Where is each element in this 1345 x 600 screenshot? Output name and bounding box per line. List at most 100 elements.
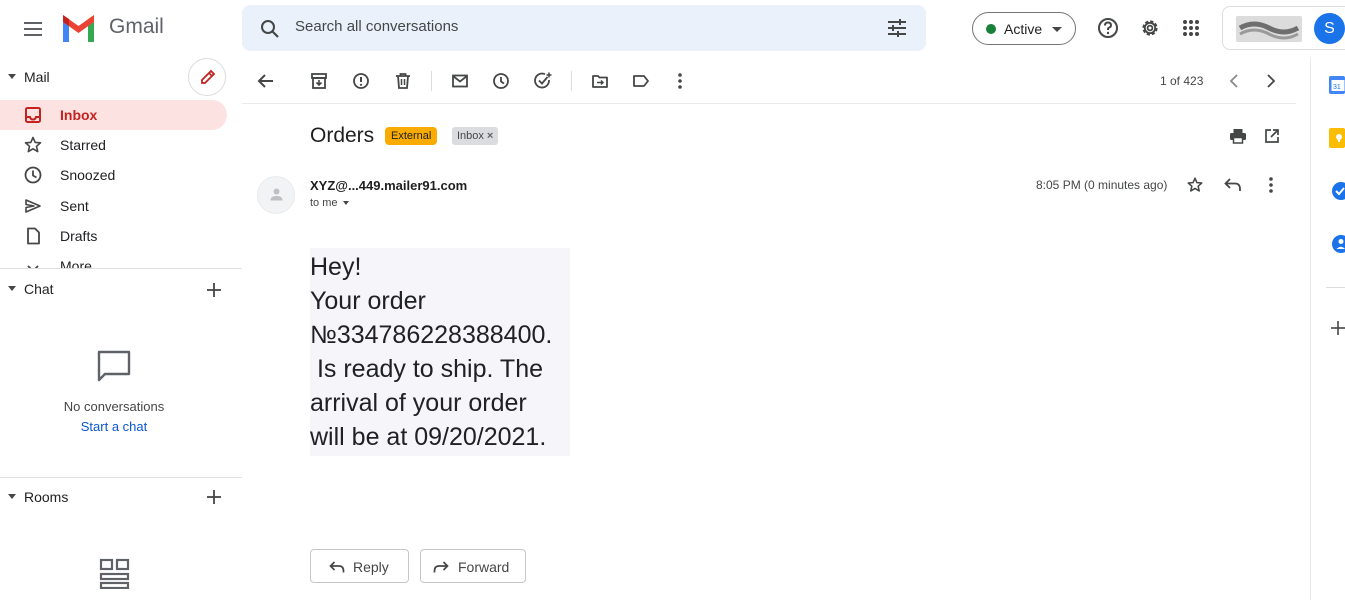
chat-section-label: Chat [24, 281, 54, 297]
message-more-options-icon[interactable] [1259, 173, 1283, 197]
status-selector[interactable]: Active [972, 12, 1076, 45]
sidebar-item-starred[interactable]: Starred [0, 130, 227, 160]
archive-icon[interactable] [307, 69, 331, 93]
compose-button[interactable] [188, 58, 226, 96]
reply-arrow-icon[interactable] [1221, 173, 1245, 197]
apps-grid-icon[interactable] [1177, 14, 1205, 42]
older-chevron-right-icon[interactable] [1259, 69, 1283, 93]
report-spam-icon[interactable] [349, 69, 373, 93]
snooze-clock-icon[interactable] [489, 69, 513, 93]
body-line: Hey! [310, 253, 362, 281]
sidebar-item-snoozed[interactable]: Snoozed [0, 160, 227, 190]
sidebar-item-label: Drafts [60, 228, 98, 244]
move-to-folder-icon[interactable] [588, 69, 612, 93]
person-icon [269, 187, 284, 202]
pagination-count: 1 of 423 [1160, 74, 1204, 88]
search-icon[interactable] [260, 19, 280, 39]
inbox-icon [23, 105, 43, 125]
section-divider [0, 477, 242, 478]
mail-section-label: Mail [24, 69, 50, 85]
send-icon [23, 196, 43, 216]
newer-chevron-left-icon[interactable] [1222, 69, 1246, 93]
top-header: Gmail Active [0, 0, 1345, 58]
add-task-icon[interactable] [531, 69, 555, 93]
keep-notes-icon[interactable] [1329, 128, 1345, 148]
label-tag-icon[interactable] [629, 69, 653, 93]
get-addons-plus-icon[interactable] [1331, 321, 1345, 335]
reply-arrow-icon [329, 560, 345, 574]
inbox-label-badge: Inbox × [452, 127, 499, 145]
delete-trash-icon[interactable] [391, 69, 415, 93]
email-subject: Orders [310, 124, 375, 147]
user-avatar[interactable]: S [1314, 13, 1345, 44]
side-panel-separator [1326, 287, 1345, 288]
contacts-icon[interactable] [1329, 234, 1345, 254]
status-label: Active [1004, 21, 1043, 37]
dropdown-arrow-icon [1052, 27, 1062, 33]
message-timestamp: 8:05 PM (0 minutes ago) [1036, 178, 1168, 192]
sender-address[interactable]: XYZ@...449.mailer91.com [310, 178, 467, 193]
body-line: will be at 09/20/2021. [310, 423, 547, 451]
body-line: arrival of your order [310, 389, 527, 417]
rooms-icon [99, 558, 130, 589]
collapse-caret-icon [8, 74, 16, 79]
external-label-badge: External [385, 127, 438, 145]
remove-label-icon[interactable]: × [487, 130, 493, 142]
search-input[interactable] [295, 18, 855, 35]
gmail-logo-icon[interactable] [60, 15, 97, 42]
app-name: Gmail [109, 15, 164, 38]
open-in-new-window-icon[interactable] [1260, 124, 1284, 148]
reply-button[interactable]: Reply [310, 549, 409, 583]
tasks-icon[interactable] [1329, 181, 1345, 201]
recipient-details-toggle[interactable]: to me [310, 197, 349, 209]
new-chat-plus-icon[interactable] [203, 279, 225, 301]
pencil-icon [199, 68, 217, 86]
sidebar-item-label: More [60, 258, 92, 268]
print-icon[interactable] [1226, 124, 1250, 148]
start-chat-link[interactable]: Start a chat [0, 419, 228, 434]
chat-bubble-icon [97, 349, 131, 383]
reply-label: Reply [353, 559, 389, 575]
help-icon[interactable] [1094, 14, 1122, 42]
search-options-icon[interactable] [887, 19, 907, 37]
mark-unread-mail-icon[interactable] [448, 69, 472, 93]
toolbar-separator [431, 71, 432, 91]
sidebar-item-sent[interactable]: Sent [0, 191, 227, 221]
no-conversations-text: No conversations [63, 399, 165, 414]
new-room-plus-icon[interactable] [203, 486, 225, 508]
toolbar-divider [242, 103, 1296, 104]
star-icon[interactable] [1183, 173, 1207, 197]
star-icon [23, 135, 43, 155]
toolbar-separator [571, 71, 572, 91]
collapse-caret-icon [8, 494, 16, 499]
sender-avatar [257, 176, 295, 214]
clock-icon [23, 165, 43, 185]
message-body: Hey! Your order №334786228388400. Is rea… [310, 248, 570, 456]
main-menu-icon[interactable] [18, 14, 48, 44]
svg-text:31: 31 [1333, 84, 1341, 91]
recipient-dropdown-icon [342, 201, 349, 206]
organization-logo [1236, 16, 1302, 42]
more-options-icon[interactable] [668, 69, 692, 93]
calendar-icon[interactable]: 31 [1329, 76, 1345, 94]
settings-gear-icon[interactable] [1136, 14, 1164, 42]
body-line: Is ready to ship. The [310, 355, 543, 383]
forward-arrow-icon [433, 560, 449, 574]
search-bar[interactable] [242, 5, 926, 51]
collapse-caret-icon [8, 286, 16, 291]
body-line: Your order [310, 287, 426, 315]
recipient-text: to me [310, 197, 338, 209]
chevron-down-icon [23, 256, 43, 268]
draft-icon [23, 226, 43, 246]
back-arrow-icon[interactable] [254, 69, 278, 93]
sidebar-item-label: Inbox [60, 107, 98, 123]
sidebar-item-label: Snoozed [60, 167, 116, 183]
forward-button[interactable]: Forward [420, 549, 526, 583]
body-line: №334786228388400. [310, 321, 553, 349]
side-panel-divider [1310, 58, 1311, 600]
forward-label: Forward [458, 559, 510, 575]
sidebar-item-inbox[interactable]: Inbox [0, 100, 227, 130]
sidebar-item-more[interactable]: More [0, 251, 227, 268]
sidebar-item-drafts[interactable]: Drafts [0, 221, 227, 251]
section-divider [0, 268, 242, 269]
